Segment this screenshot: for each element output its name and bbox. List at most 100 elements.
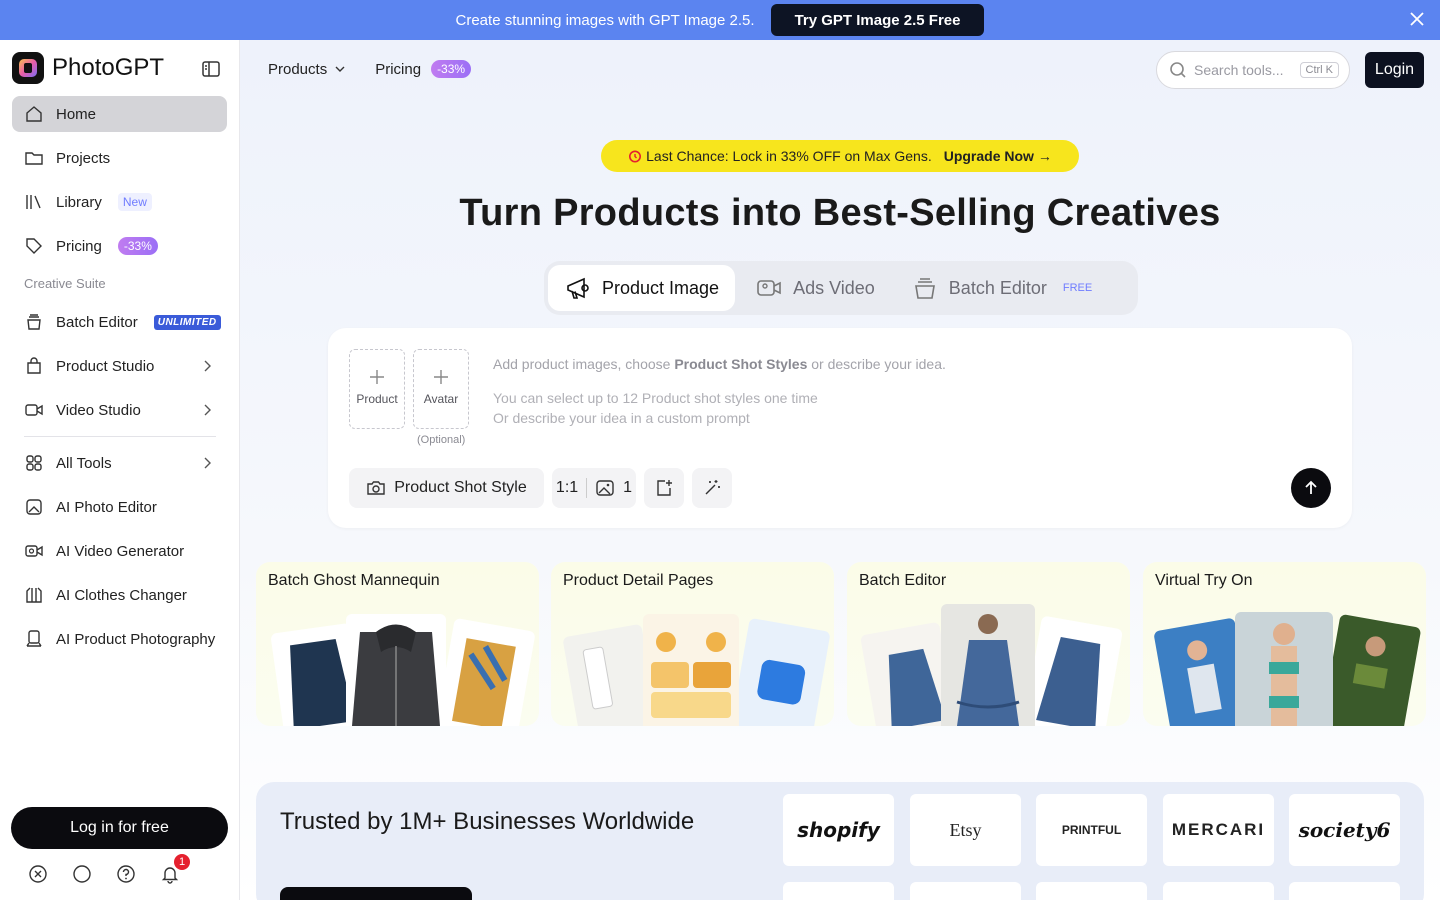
alarm-clock-icon <box>629 150 642 163</box>
sidebar-item-label: Product Studio <box>56 357 155 375</box>
notifications-icon[interactable]: 1 <box>160 854 190 884</box>
product-shot-style-button[interactable]: Product Shot Style <box>349 468 544 508</box>
promo-bar[interactable]: Last Chance: Lock in 33% OFF on Max Gens… <box>601 140 1079 172</box>
logo[interactable]: PhotoGPT <box>12 52 164 84</box>
page-title: Turn Products into Best-Selling Creative… <box>459 192 1221 234</box>
collapse-sidebar-icon[interactable] <box>200 58 222 80</box>
shortcut-hint: Ctrl K <box>1299 62 1339 78</box>
sidebar-item-projects[interactable]: Projects <box>12 140 227 176</box>
login-button[interactable]: Login <box>1365 52 1424 88</box>
grid-icon <box>26 455 42 471</box>
free-badge: FREE <box>1062 282 1093 294</box>
hint-line: Or describe your idea in a custom prompt <box>493 410 750 426</box>
sidebar-item-home[interactable]: Home <box>12 96 227 132</box>
image-add-icon <box>657 480 672 496</box>
enhance-prompt-button[interactable] <box>692 468 732 508</box>
brand-mercari: MERCARI <box>1171 820 1266 839</box>
brand-logo-mercari: MERCARI <box>1163 794 1274 866</box>
brand-logo-row2 <box>783 882 894 900</box>
notification-count-badge: 1 <box>174 854 190 870</box>
brand-logo-etsy: Etsy <box>910 794 1021 866</box>
arrow-up-icon <box>1305 480 1317 494</box>
brand-logo-society6: society6 <box>1289 794 1400 866</box>
sidebar-item-batch-editor[interactable]: Batch Editor UNLIMITED <box>12 304 227 340</box>
sidebar-item-library[interactable]: Library New <box>12 184 227 220</box>
image-count: 1 <box>623 479 633 496</box>
megaphone-icon <box>567 277 589 299</box>
bag-icon <box>27 357 41 374</box>
affiliate-icon[interactable] <box>28 864 48 884</box>
add-reference-button[interactable] <box>644 468 684 508</box>
tab-label: Batch Editor <box>948 277 1047 298</box>
feature-card-batch-ghost-mannequin[interactable]: Batch Ghost Mannequin <box>256 562 539 726</box>
chevron-right-icon <box>204 404 211 416</box>
feature-card-product-detail-pages[interactable]: Product Detail Pages <box>551 562 834 726</box>
product-pages-illustration <box>563 614 830 726</box>
pricing-discount-badge: -33% <box>431 60 472 78</box>
brand-logo-row2 <box>1036 882 1147 900</box>
video-icon <box>25 404 43 416</box>
hint-line: You can select up to 12 Product shot sty… <box>493 390 818 406</box>
prompt-hint: You can select up to 12 Product shot sty… <box>493 388 818 428</box>
log-in-for-free-button[interactable]: Log in for free <box>11 807 228 849</box>
sidebar-item-label: AI Video Generator <box>56 542 185 560</box>
sidebar-item-ai-product-photography[interactable]: AI Product Photography <box>12 621 227 657</box>
tab-batch-editor[interactable]: Batch Editor FREE <box>895 265 1108 311</box>
sidebar-item-ai-photo-editor[interactable]: AI Photo Editor <box>12 489 227 525</box>
upload-avatar-button[interactable]: Avatar <box>413 349 469 429</box>
upload-product-label: Product <box>356 392 398 406</box>
prompt-composer: Product Avatar (Optional) Add product im… <box>328 328 1352 528</box>
search-input[interactable]: Search tools... Ctrl K <box>1156 51 1350 89</box>
folder-icon <box>25 152 43 165</box>
swimwear-illustration <box>1154 612 1421 726</box>
section-label-creative-suite: Creative Suite <box>24 276 106 291</box>
tab-product-image[interactable]: Product Image <box>548 265 736 311</box>
sidebar-item-pricing[interactable]: Pricing -33% <box>12 228 227 264</box>
promo-message: Last Chance: Lock in 33% OFF on Max Gens… <box>628 148 932 164</box>
tab-label: Product Image <box>602 277 720 298</box>
trust-title: Trusted by 1M+ Businesses Worldwide <box>280 808 695 835</box>
video-gen-icon <box>25 545 43 557</box>
close-icon[interactable] <box>1408 10 1426 28</box>
mode-tabs: Product Image Ads Video Batch Editor FRE… <box>544 261 1138 315</box>
tab-ads-video[interactable]: Ads Video <box>739 265 891 311</box>
magic-wand-icon <box>705 480 720 495</box>
stack-icon <box>914 278 935 299</box>
help-icon[interactable] <box>116 864 136 884</box>
brand-society6: society6 <box>1298 818 1391 842</box>
sidebar-item-video-studio[interactable]: Video Studio <box>12 392 227 428</box>
sidebar-item-label: AI Product Photography <box>56 630 216 648</box>
feature-card-batch-editor[interactable]: Batch Editor <box>847 562 1130 726</box>
product-photo-icon <box>26 630 42 647</box>
upgrade-now-link[interactable]: Upgrade Now → <box>944 148 1052 164</box>
brand-logo-row2 <box>1163 882 1274 900</box>
sidebar-item-all-tools[interactable]: All Tools <box>12 445 227 481</box>
photo-edit-icon <box>26 499 42 515</box>
sidebar-item-product-studio[interactable]: Product Studio <box>12 348 227 384</box>
ratio-count-selector[interactable]: 1:1 1 <box>552 468 636 508</box>
trust-cta-button[interactable] <box>280 887 472 900</box>
sidebar-item-ai-clothes-changer[interactable]: AI Clothes Changer <box>12 577 227 613</box>
feature-card-virtual-try-on[interactable]: Virtual Try On <box>1143 562 1426 726</box>
upload-product-button[interactable]: Product <box>349 349 405 429</box>
prompt-placeholder[interactable]: Add product images, choose Product Shot … <box>493 356 946 372</box>
aspect-ratio: 1:1 <box>555 479 579 496</box>
try-gpt-image-button[interactable]: Try GPT Image 2.5 Free <box>770 4 985 36</box>
tag-icon <box>26 238 42 254</box>
sidebar-item-label: Batch Editor <box>56 313 138 331</box>
brand-logo-shopify: shopify <box>783 794 894 866</box>
brand-printful: PRINTFUL <box>1061 823 1122 837</box>
promo-text: Last Chance: Lock in 33% OFF on Max Gens… <box>646 148 932 164</box>
sidebar-item-ai-video-generator[interactable]: AI Video Generator <box>12 533 227 569</box>
products-menu[interactable]: Products <box>268 61 347 78</box>
camera-icon <box>367 481 385 495</box>
theme-toggle-icon[interactable] <box>72 864 92 884</box>
sidebar-item-label: Video Studio <box>56 401 141 419</box>
logo-icon <box>12 52 44 84</box>
chevron-right-icon <box>204 360 211 372</box>
generate-button[interactable] <box>1291 468 1331 508</box>
clothes-icon <box>26 587 42 603</box>
hint-prefix: Add product images, choose <box>493 356 675 372</box>
top-nav: Products Pricing -33% <box>268 60 472 78</box>
pricing-link[interactable]: Pricing -33% <box>375 60 472 78</box>
